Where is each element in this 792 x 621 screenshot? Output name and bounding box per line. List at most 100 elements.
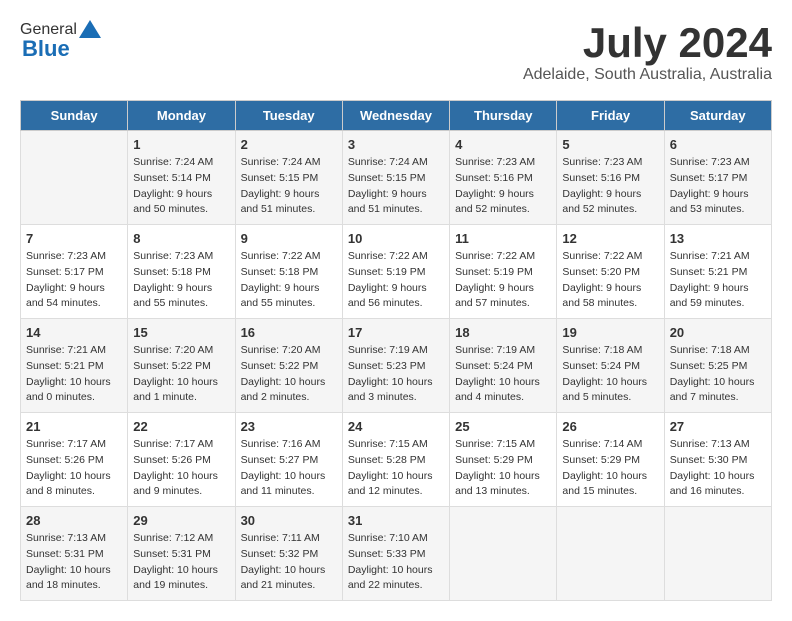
day-info: Sunrise: 7:13 AMSunset: 5:31 PMDaylight:… xyxy=(26,531,122,594)
day-info: Sunrise: 7:24 AMSunset: 5:15 PMDaylight:… xyxy=(348,155,444,218)
column-header-thursday: Thursday xyxy=(450,101,557,131)
column-header-friday: Friday xyxy=(557,101,664,131)
column-header-saturday: Saturday xyxy=(664,101,771,131)
calendar-week-row: 1 Sunrise: 7:24 AMSunset: 5:14 PMDaylight… xyxy=(21,131,772,225)
day-number: 17 xyxy=(348,325,444,340)
main-title: July 2024 xyxy=(523,20,772,66)
column-header-wednesday: Wednesday xyxy=(342,101,449,131)
day-info: Sunrise: 7:22 AMSunset: 5:18 PMDaylight:… xyxy=(241,249,337,312)
day-info: Sunrise: 7:14 AMSunset: 5:29 PMDaylight:… xyxy=(562,437,658,500)
calendar-cell: 13 Sunrise: 7:21 AMSunset: 5:21 PMDayligh… xyxy=(664,225,771,319)
logo-blue-text: Blue xyxy=(22,36,70,62)
day-info: Sunrise: 7:23 AMSunset: 5:16 PMDaylight:… xyxy=(562,155,658,218)
day-number: 3 xyxy=(348,137,444,152)
day-info: Sunrise: 7:18 AMSunset: 5:25 PMDaylight:… xyxy=(670,343,766,406)
calendar-cell: 16Sunrise: 7:20 AMSunset: 5:22 PMDayligh… xyxy=(235,319,342,413)
day-info: Sunrise: 7:12 AMSunset: 5:31 PMDaylight:… xyxy=(133,531,229,594)
day-number: 16 xyxy=(241,325,337,340)
day-info: Sunrise: 7:19 AMSunset: 5:23 PMDaylight:… xyxy=(348,343,444,406)
day-info: Sunrise: 7:23 AMSunset: 5:16 PMDaylight:… xyxy=(455,155,551,218)
day-number: 10 xyxy=(348,231,444,246)
calendar-cell: 15Sunrise: 7:20 AMSunset: 5:22 PMDayligh… xyxy=(128,319,235,413)
day-number: 18 xyxy=(455,325,551,340)
day-number: 26 xyxy=(562,419,658,434)
calendar-week-row: 7Sunrise: 7:23 AMSunset: 5:17 PMDaylight… xyxy=(21,225,772,319)
day-info: Sunrise: 7:10 AMSunset: 5:33 PMDaylight:… xyxy=(348,531,444,594)
day-info: Sunrise: 7:21 AMSunset: 5:21 PMDaylight:… xyxy=(670,249,766,312)
day-number: 23 xyxy=(241,419,337,434)
calendar-cell: 14Sunrise: 7:21 AMSunset: 5:21 PMDayligh… xyxy=(21,319,128,413)
calendar-cell: 31 Sunrise: 7:10 AMSunset: 5:33 PMDayligh… xyxy=(342,507,449,601)
day-number: 21 xyxy=(26,419,122,434)
day-number: 31 xyxy=(348,513,444,528)
calendar-week-row: 14Sunrise: 7:21 AMSunset: 5:21 PMDayligh… xyxy=(21,319,772,413)
calendar-week-row: 28 Sunrise: 7:13 AMSunset: 5:31 PMDayligh… xyxy=(21,507,772,601)
day-number: 14 xyxy=(26,325,122,340)
day-number: 11 xyxy=(455,231,551,246)
calendar-cell: 6Sunrise: 7:23 AMSunset: 5:17 PMDaylight… xyxy=(664,131,771,225)
calendar-cell: 26 Sunrise: 7:14 AMSunset: 5:29 PMDayligh… xyxy=(557,413,664,507)
day-info: Sunrise: 7:17 AMSunset: 5:26 PMDaylight:… xyxy=(26,437,122,500)
day-info: Sunrise: 7:22 AMSunset: 5:19 PMDaylight:… xyxy=(455,249,551,312)
day-info: Sunrise: 7:13 AMSunset: 5:30 PMDaylight:… xyxy=(670,437,766,500)
calendar-cell xyxy=(450,507,557,601)
day-info: Sunrise: 7:24 AMSunset: 5:14 PMDaylight:… xyxy=(133,155,229,218)
calendar-cell: 22 Sunrise: 7:17 AMSunset: 5:26 PMDayligh… xyxy=(128,413,235,507)
calendar-cell: 24 Sunrise: 7:15 AMSunset: 5:28 PMDayligh… xyxy=(342,413,449,507)
day-number: 20 xyxy=(670,325,766,340)
page-header: General Blue July 2024 Adelaide, South A… xyxy=(20,20,772,84)
day-number: 22 xyxy=(133,419,229,434)
calendar-cell: 18 Sunrise: 7:19 AMSunset: 5:24 PMDayligh… xyxy=(450,319,557,413)
column-header-monday: Monday xyxy=(128,101,235,131)
day-number: 24 xyxy=(348,419,444,434)
calendar-cell xyxy=(557,507,664,601)
calendar-cell: 10 Sunrise: 7:22 AMSunset: 5:19 PMDayligh… xyxy=(342,225,449,319)
day-number: 15 xyxy=(133,325,229,340)
title-block: July 2024 Adelaide, South Australia, Aus… xyxy=(523,20,772,84)
day-number: 30 xyxy=(241,513,337,528)
day-number: 19 xyxy=(562,325,658,340)
column-header-sunday: Sunday xyxy=(21,101,128,131)
day-info: Sunrise: 7:15 AMSunset: 5:29 PMDaylight:… xyxy=(455,437,551,500)
day-number: 12 xyxy=(562,231,658,246)
calendar-cell: 3 Sunrise: 7:24 AMSunset: 5:15 PMDaylight… xyxy=(342,131,449,225)
day-info: Sunrise: 7:16 AMSunset: 5:27 PMDaylight:… xyxy=(241,437,337,500)
logo-icon xyxy=(79,20,101,38)
day-info: Sunrise: 7:17 AMSunset: 5:26 PMDaylight:… xyxy=(133,437,229,500)
calendar-cell: 7Sunrise: 7:23 AMSunset: 5:17 PMDaylight… xyxy=(21,225,128,319)
calendar-cell: 1 Sunrise: 7:24 AMSunset: 5:14 PMDaylight… xyxy=(128,131,235,225)
calendar-cell: 25 Sunrise: 7:15 AMSunset: 5:29 PMDayligh… xyxy=(450,413,557,507)
calendar-cell: 2 Sunrise: 7:24 AMSunset: 5:15 PMDaylight… xyxy=(235,131,342,225)
calendar-cell: 8Sunrise: 7:23 AMSunset: 5:18 PMDaylight… xyxy=(128,225,235,319)
day-info: Sunrise: 7:22 AMSunset: 5:19 PMDaylight:… xyxy=(348,249,444,312)
column-header-tuesday: Tuesday xyxy=(235,101,342,131)
calendar-cell: 28 Sunrise: 7:13 AMSunset: 5:31 PMDayligh… xyxy=(21,507,128,601)
day-info: Sunrise: 7:23 AMSunset: 5:17 PMDaylight:… xyxy=(670,155,766,218)
calendar-cell xyxy=(664,507,771,601)
calendar-cell xyxy=(21,131,128,225)
calendar-header-row: SundayMondayTuesdayWednesdayThursdayFrid… xyxy=(21,101,772,131)
day-number: 5 xyxy=(562,137,658,152)
calendar-cell: 21 Sunrise: 7:17 AMSunset: 5:26 PMDayligh… xyxy=(21,413,128,507)
day-number: 2 xyxy=(241,137,337,152)
calendar-cell: 9 Sunrise: 7:22 AMSunset: 5:18 PMDaylight… xyxy=(235,225,342,319)
day-number: 4 xyxy=(455,137,551,152)
calendar-cell: 5 Sunrise: 7:23 AMSunset: 5:16 PMDaylight… xyxy=(557,131,664,225)
calendar-cell: 27Sunrise: 7:13 AMSunset: 5:30 PMDayligh… xyxy=(664,413,771,507)
day-number: 28 xyxy=(26,513,122,528)
calendar-cell: 30 Sunrise: 7:11 AMSunset: 5:32 PMDayligh… xyxy=(235,507,342,601)
calendar-cell: 29 Sunrise: 7:12 AMSunset: 5:31 PMDayligh… xyxy=(128,507,235,601)
day-number: 1 xyxy=(133,137,229,152)
day-info: Sunrise: 7:11 AMSunset: 5:32 PMDaylight:… xyxy=(241,531,337,594)
day-number: 13 xyxy=(670,231,766,246)
day-info: Sunrise: 7:19 AMSunset: 5:24 PMDaylight:… xyxy=(455,343,551,406)
day-info: Sunrise: 7:15 AMSunset: 5:28 PMDaylight:… xyxy=(348,437,444,500)
day-info: Sunrise: 7:24 AMSunset: 5:15 PMDaylight:… xyxy=(241,155,337,218)
day-number: 9 xyxy=(241,231,337,246)
day-number: 25 xyxy=(455,419,551,434)
calendar-cell: 4 Sunrise: 7:23 AMSunset: 5:16 PMDaylight… xyxy=(450,131,557,225)
day-info: Sunrise: 7:18 AMSunset: 5:24 PMDaylight:… xyxy=(562,343,658,406)
logo: General Blue xyxy=(20,20,101,62)
calendar-cell: 12Sunrise: 7:22 AMSunset: 5:20 PMDayligh… xyxy=(557,225,664,319)
day-number: 29 xyxy=(133,513,229,528)
